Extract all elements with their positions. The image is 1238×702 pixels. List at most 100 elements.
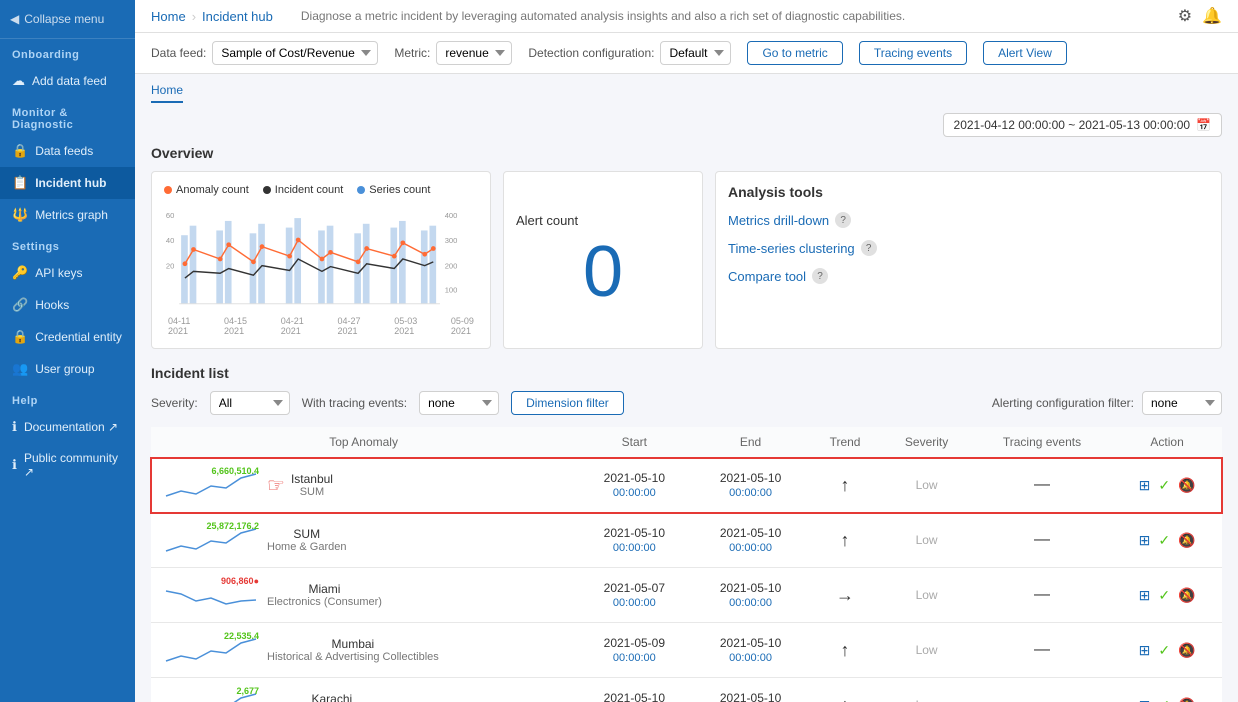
end-date: 2021-05-10 xyxy=(702,526,798,540)
tracing-events-button[interactable]: Tracing events xyxy=(859,41,967,65)
sidebar-item-incident-hub[interactable]: 📋 Incident hub xyxy=(0,167,135,199)
alerting-filter-select[interactable]: none xyxy=(1142,391,1222,415)
go-to-metric-button[interactable]: Go to metric xyxy=(747,41,842,65)
sidebar-item-credential-entity[interactable]: 🔒 Credential entity xyxy=(0,321,135,353)
trend-arrow: ↑ xyxy=(841,530,850,550)
mute-action-icon[interactable]: 🔕 xyxy=(1178,532,1195,549)
start-time[interactable]: 00:00:00 xyxy=(613,652,656,664)
mute-action-icon[interactable]: 🔕 xyxy=(1178,587,1195,604)
svg-text:400: 400 xyxy=(445,211,458,220)
incident-table: Top Anomaly Start End Trend Severity Tra… xyxy=(151,427,1222,702)
incident-list-title: Incident list xyxy=(151,365,1222,381)
end-time[interactable]: 00:00:00 xyxy=(729,597,772,609)
compare-tool-help[interactable]: ? xyxy=(812,268,828,284)
check-action-icon[interactable]: ✓ xyxy=(1158,697,1170,702)
trend-cell: ↑ xyxy=(809,678,882,702)
metric-label: Metric: xyxy=(394,46,430,60)
settings-icon[interactable]: ⚙ xyxy=(1178,6,1192,26)
svg-text:100: 100 xyxy=(445,285,458,294)
trend-arrow: ↑ xyxy=(841,640,850,660)
sidebar-item-api-keys[interactable]: 🔑 API keys xyxy=(0,257,135,289)
compare-tool-link[interactable]: Compare tool ? xyxy=(728,268,1209,284)
tracing-value: — xyxy=(1034,641,1050,658)
table-row[interactable]: 6,660,510.4 ☞ Istanbul SUM 2021-05-10 00… xyxy=(151,458,1222,513)
anomaly-cell: 22,535.4 Mumbai Historical & Advertising… xyxy=(151,623,576,678)
sidebar-item-documentation[interactable]: ℹ Documentation ↗ xyxy=(0,411,135,443)
time-series-clustering-link[interactable]: Time-series clustering ? xyxy=(728,240,1209,256)
tracing-cell: — xyxy=(972,623,1112,678)
end-time[interactable]: 00:00:00 xyxy=(729,542,772,554)
sidebar-item-add-data-feed[interactable]: ☁ Add data feed xyxy=(0,65,135,97)
action-icons: ⊞ ✓ 🔕 xyxy=(1122,477,1212,494)
sidebar-item-metrics-graph[interactable]: 🔱 Metrics graph xyxy=(0,199,135,231)
start-cell: 2021-05-10 00:00:00 xyxy=(576,458,692,513)
action-icons: ⊞ ✓ 🔕 xyxy=(1122,697,1212,702)
expand-action-icon[interactable]: ⊞ xyxy=(1139,477,1151,494)
key-icon: 🔑 xyxy=(12,265,28,281)
check-action-icon[interactable]: ✓ xyxy=(1158,587,1170,604)
cursor-pointer-icon: ☞ xyxy=(267,473,285,498)
tracing-select[interactable]: none xyxy=(419,391,499,415)
cloud-icon: ☁ xyxy=(12,73,25,89)
action-cell: ⊞ ✓ 🔕 xyxy=(1112,678,1222,702)
action-icons: ⊞ ✓ 🔕 xyxy=(1122,642,1212,659)
trend-cell: ↑ xyxy=(809,623,882,678)
trend-arrow: ↑ xyxy=(841,475,850,495)
date-range-bar: 2021-04-12 00:00:00 ~ 2021-05-13 00:00:0… xyxy=(151,113,1222,137)
overview-chart-card: Anomaly count Incident count Series coun… xyxy=(151,171,491,349)
expand-action-icon[interactable]: ⊞ xyxy=(1139,587,1151,604)
sidebar-item-data-feeds[interactable]: 🔒 Data feeds xyxy=(0,135,135,167)
metric-select[interactable]: revenue xyxy=(436,41,512,65)
mute-action-icon[interactable]: 🔕 xyxy=(1178,477,1195,494)
topbar-description: Diagnose a metric incident by leveraging… xyxy=(301,9,905,23)
sidebar-section-onboarding: Onboarding xyxy=(0,39,135,65)
sidebar-item-hooks[interactable]: 🔗 Hooks xyxy=(0,289,135,321)
collapse-label: Collapse menu xyxy=(24,12,104,26)
check-action-icon[interactable]: ✓ xyxy=(1158,532,1170,549)
start-time[interactable]: 00:00:00 xyxy=(613,487,656,499)
date-range[interactable]: 2021-04-12 00:00:00 ~ 2021-05-13 00:00:0… xyxy=(943,113,1222,137)
expand-action-icon[interactable]: ⊞ xyxy=(1139,697,1151,702)
end-time[interactable]: 00:00:00 xyxy=(729,652,772,664)
severity-value: Low xyxy=(916,478,938,492)
metric-group: Metric: revenue xyxy=(394,41,512,65)
end-time[interactable]: 00:00:00 xyxy=(729,487,772,499)
date-range-text: 2021-04-12 00:00:00 ~ 2021-05-13 00:00:0… xyxy=(954,118,1191,132)
col-tracing: Tracing events xyxy=(972,427,1112,458)
check-action-icon[interactable]: ✓ xyxy=(1158,642,1170,659)
severity-value: Low xyxy=(916,643,938,657)
end-date: 2021-05-10 xyxy=(702,581,798,595)
mute-action-icon[interactable]: 🔕 xyxy=(1178,642,1195,659)
breadcrumb-separator: › xyxy=(192,9,196,24)
start-cell: 2021-05-10 00:00:00 xyxy=(576,513,692,568)
trend-cell: → xyxy=(809,568,882,623)
sidebar-item-user-group[interactable]: 👥 User group xyxy=(0,353,135,385)
alert-view-button[interactable]: Alert View xyxy=(983,41,1067,65)
col-end: End xyxy=(692,427,808,458)
metrics-drill-down-help[interactable]: ? xyxy=(835,212,851,228)
start-time[interactable]: 00:00:00 xyxy=(613,542,656,554)
home-tab[interactable]: Home xyxy=(151,83,183,103)
table-row[interactable]: 906,860● Miami Electronics (Consumer) 20… xyxy=(151,568,1222,623)
bell-icon[interactable]: 🔔 xyxy=(1202,6,1222,26)
collapse-menu-button[interactable]: ◀ Collapse menu xyxy=(0,0,135,39)
table-row[interactable]: 2,677 Karachi Automotive & Powersports 2… xyxy=(151,678,1222,702)
expand-action-icon[interactable]: ⊞ xyxy=(1139,642,1151,659)
check-action-icon[interactable]: ✓ xyxy=(1158,477,1170,494)
mute-action-icon[interactable]: 🔕 xyxy=(1178,697,1195,702)
start-time[interactable]: 00:00:00 xyxy=(613,597,656,609)
breadcrumb-home[interactable]: Home xyxy=(151,9,186,24)
time-series-clustering-help[interactable]: ? xyxy=(861,240,877,256)
metrics-drill-down-link[interactable]: Metrics drill-down ? xyxy=(728,212,1209,228)
sidebar-item-public-community[interactable]: ℹ Public community ↗ xyxy=(0,443,135,487)
table-row[interactable]: 22,535.4 Mumbai Historical & Advertising… xyxy=(151,623,1222,678)
detection-select[interactable]: Default xyxy=(660,41,731,65)
table-row[interactable]: 25,872,176.2 SUM Home & Garden 2021-05-1… xyxy=(151,513,1222,568)
expand-action-icon[interactable]: ⊞ xyxy=(1139,532,1151,549)
legend-incident: Incident count xyxy=(263,184,344,196)
dimension-filter-button[interactable]: Dimension filter xyxy=(511,391,624,415)
svg-text:40: 40 xyxy=(166,236,174,245)
data-feed-select[interactable]: Sample of Cost/Revenue xyxy=(212,41,378,65)
start-date: 2021-05-10 xyxy=(586,471,682,485)
severity-select[interactable]: All xyxy=(210,391,290,415)
